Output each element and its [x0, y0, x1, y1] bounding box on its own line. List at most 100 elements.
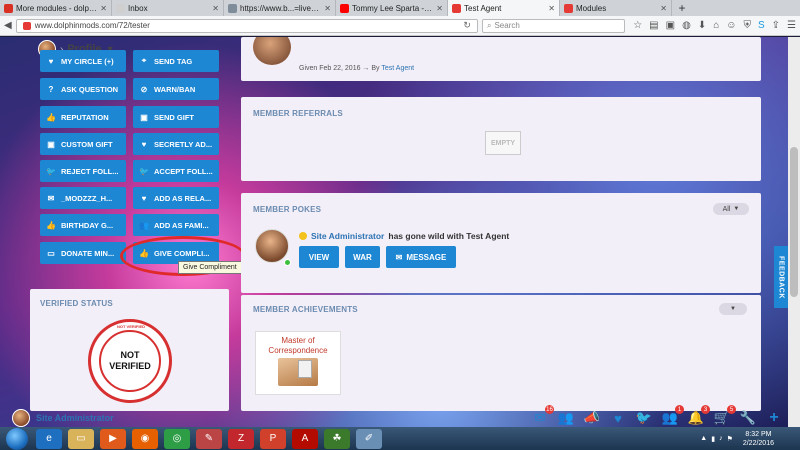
war-button[interactable]: WAR	[345, 246, 380, 268]
poke-line: Site Administrator has gone wild with Te…	[299, 231, 509, 241]
giver-avatar	[253, 37, 291, 65]
ask-question-button[interactable]: ? ASK QUESTION	[40, 78, 126, 100]
close-icon[interactable]: ✕	[548, 4, 555, 13]
online-indicator	[284, 259, 291, 266]
given-text: Given Feb 22, 2016 → By	[299, 65, 380, 72]
skype-icon[interactable]: S	[758, 20, 765, 31]
paint-icon[interactable]: ✎	[196, 428, 222, 449]
frog-icon[interactable]: ☘	[324, 428, 350, 449]
donate-button[interactable]: ▭ DONATE MIN...	[40, 242, 126, 264]
heart-icon: ♥	[141, 193, 147, 203]
tag-icon: ⌖	[141, 56, 147, 65]
birthday-gift-button[interactable]: 👍 BIRTHDAY G...	[40, 214, 126, 236]
feedback-tab[interactable]: FEEDBACK	[774, 246, 788, 308]
achievement-card[interactable]: Master of Correspondence	[255, 331, 341, 395]
tab-title: More modules - dolphinm	[16, 3, 98, 13]
ie-icon[interactable]: e	[36, 428, 62, 449]
send-tag-button[interactable]: ⌖ SEND TAG	[133, 50, 219, 72]
browser-tab-3[interactable]: https://www.b...=live_tracker ✕	[224, 0, 336, 16]
wrench-icon[interactable]: 🔧	[740, 410, 756, 426]
close-icon[interactable]: ✕	[324, 4, 331, 13]
envelope-badge-icon	[278, 358, 318, 386]
close-icon[interactable]: ✕	[212, 4, 219, 13]
browser-tab-5[interactable]: Test Agent ✕	[448, 0, 560, 16]
add-as-family-button[interactable]: 👥 ADD AS FAMI...	[133, 214, 219, 236]
share-icon[interactable]: ⇪	[772, 20, 780, 31]
network-icon[interactable]: ▮	[711, 435, 715, 443]
back-icon[interactable]: ◀	[4, 20, 12, 31]
powerpoint-icon[interactable]: P	[260, 428, 286, 449]
media-player-icon[interactable]: ▶	[100, 428, 126, 449]
notepad-icon[interactable]: ✐	[356, 428, 382, 449]
firefox-icon[interactable]: ◉	[132, 428, 158, 449]
given-line: Given Feb 22, 2016 → By Test Agent	[299, 65, 414, 72]
home-icon[interactable]: ⌂	[713, 20, 719, 31]
heart-icon[interactable]: ♥	[610, 410, 626, 426]
footer-user-name[interactable]: Site Administrator	[36, 413, 114, 423]
modzzz-button[interactable]: ✉ _MODZZZ_H...	[40, 187, 126, 209]
scrollbar-thumb[interactable]	[790, 147, 798, 297]
poke-user-link[interactable]: Site Administrator	[311, 231, 384, 241]
menu-icon[interactable]: ☰	[787, 20, 796, 31]
bell-icon[interactable]: 🔔 3	[688, 405, 710, 426]
reload-icon[interactable]: ↻	[463, 20, 471, 31]
plus-icon[interactable]: +	[766, 409, 782, 426]
filezilla-icon[interactable]: Z	[228, 428, 254, 449]
toolbar-icons: ☆ ▤ ▣ ◍ ⬇ ⌂ ☺ ⛨ S ⇪ ☰	[633, 20, 796, 31]
tooltip: Give Compliment	[178, 261, 242, 274]
pokes-filter-dropdown[interactable]: All ▼	[713, 203, 749, 215]
acrobat-icon[interactable]: A	[292, 428, 318, 449]
download-icon[interactable]: ⬇	[698, 20, 706, 31]
twitter-icon[interactable]: 🐦	[636, 410, 652, 426]
new-tab-button[interactable]: +	[672, 0, 692, 16]
emoji-icon[interactable]: ☺	[726, 20, 736, 31]
tray-arrow-icon[interactable]: ▲	[700, 435, 707, 442]
folder-icon[interactable]: ▭	[68, 428, 94, 449]
shield-icon[interactable]: ⛨	[743, 20, 751, 31]
group-icon[interactable]: 👥	[558, 410, 574, 426]
bell-badge: 3	[701, 405, 710, 414]
chrome-icon[interactable]: ◎	[164, 428, 190, 449]
flag-icon[interactable]: ⚑	[727, 435, 733, 443]
custom-gift-button[interactable]: ▣ CUSTOM GIFT	[40, 133, 126, 155]
cart-icon[interactable]: 🛒 5	[714, 405, 736, 426]
close-icon[interactable]: ✕	[436, 4, 443, 13]
clock[interactable]: 8:32 PM 2/22/2016	[743, 430, 774, 448]
site-favicon-icon	[564, 3, 573, 13]
megaphone-icon[interactable]: 📣	[584, 410, 600, 426]
achievements-toggle[interactable]: ▼	[719, 303, 747, 315]
given-by-link[interactable]: Test Agent	[381, 65, 414, 72]
mail-icon[interactable]: ✉ 16	[532, 405, 554, 426]
add-as-relation-button[interactable]: ♥ ADD AS RELA...	[133, 187, 219, 209]
send-gift-button[interactable]: ▣ SEND GIFT	[133, 106, 219, 128]
browser-tab-4[interactable]: Tommy Lee Sparta - M... ✕	[336, 0, 448, 16]
message-button[interactable]: ✉ MESSAGE	[386, 246, 456, 268]
clock-time: 8:32 PM	[745, 430, 772, 438]
browser-tab-2[interactable]: Inbox ✕	[112, 0, 224, 16]
my-circle-button[interactable]: ♥ MY CIRCLE (+)	[40, 50, 126, 72]
close-icon[interactable]: ✕	[100, 4, 107, 13]
url-bar[interactable]: www.dolphinmods.com/72/tester ↻	[15, 18, 478, 33]
browser-tab-bar: More modules - dolphinm ✕ Inbox ✕ https:…	[0, 0, 800, 16]
browser-search-input[interactable]: ⌕ Search	[481, 18, 626, 33]
close-icon[interactable]: ✕	[660, 4, 667, 13]
star-icon[interactable]: ☆	[633, 20, 642, 31]
accept-follow-button[interactable]: 🐦 ACCEPT FOLL...	[133, 160, 219, 182]
pocket-icon[interactable]: ◍	[682, 20, 691, 31]
friends-icon[interactable]: 👥 1	[662, 405, 684, 426]
reputation-button[interactable]: 👍 REPUTATION	[40, 106, 126, 128]
lock-icon[interactable]: ▣	[666, 20, 675, 31]
volume-icon[interactable]: ♪	[719, 435, 723, 442]
browser-tab-6[interactable]: Modules ✕	[560, 0, 672, 16]
clipboard-icon[interactable]: ▤	[649, 20, 658, 31]
start-button[interactable]	[6, 427, 28, 450]
warn-ban-button[interactable]: ⊘ WARN/BAN	[133, 78, 219, 100]
footer-avatar[interactable]	[12, 409, 30, 427]
group-icon: 👥	[139, 220, 149, 230]
page-scrollbar[interactable]	[788, 37, 800, 427]
browser-tab-1[interactable]: More modules - dolphinm ✕	[0, 0, 112, 16]
secretly-add-button[interactable]: ♥ SECRETLY AD...	[133, 133, 219, 155]
message-label: MESSAGE	[406, 252, 447, 262]
reject-follow-button[interactable]: 🐦 REJECT FOLL...	[40, 160, 126, 182]
view-button[interactable]: VIEW	[299, 246, 339, 268]
